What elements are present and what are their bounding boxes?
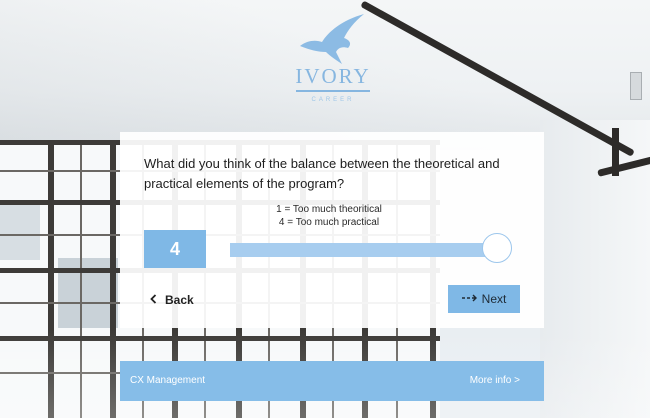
next-button[interactable]: Next [448, 285, 520, 313]
selected-value-box: 4 [144, 230, 206, 268]
brand-divider [296, 90, 370, 92]
arrow-right-icon [461, 292, 478, 306]
bird-icon [300, 14, 364, 64]
back-button-label: Back [165, 293, 194, 307]
survey-question: What did you think of the balance betwee… [144, 156, 500, 191]
footer-bar: CX Management More info > [120, 361, 544, 401]
survey-card: What did you think of the balance betwee… [120, 132, 544, 328]
rating-slider-thumb[interactable] [482, 233, 512, 263]
back-button[interactable]: Back [150, 290, 194, 310]
chevron-left-icon [150, 293, 157, 307]
wall-lamp [630, 72, 642, 100]
more-info-link[interactable]: More info > [470, 375, 520, 386]
scale-min-hint: 1 = Too much theoritical [276, 204, 382, 215]
brand-logo: IVORY CAREER [290, 8, 376, 103]
brand-name: IVORY [295, 64, 371, 88]
scale-hints: 1 = Too much theoritical 4 = Too much pr… [254, 203, 404, 229]
rating-slider-track[interactable] [230, 243, 498, 257]
brand-subtitle: CAREER [311, 97, 355, 103]
scale-max-hint: 4 = Too much practical [278, 217, 380, 228]
next-button-label: Next [481, 292, 507, 306]
footer-brand-text: CX Management [130, 375, 206, 386]
